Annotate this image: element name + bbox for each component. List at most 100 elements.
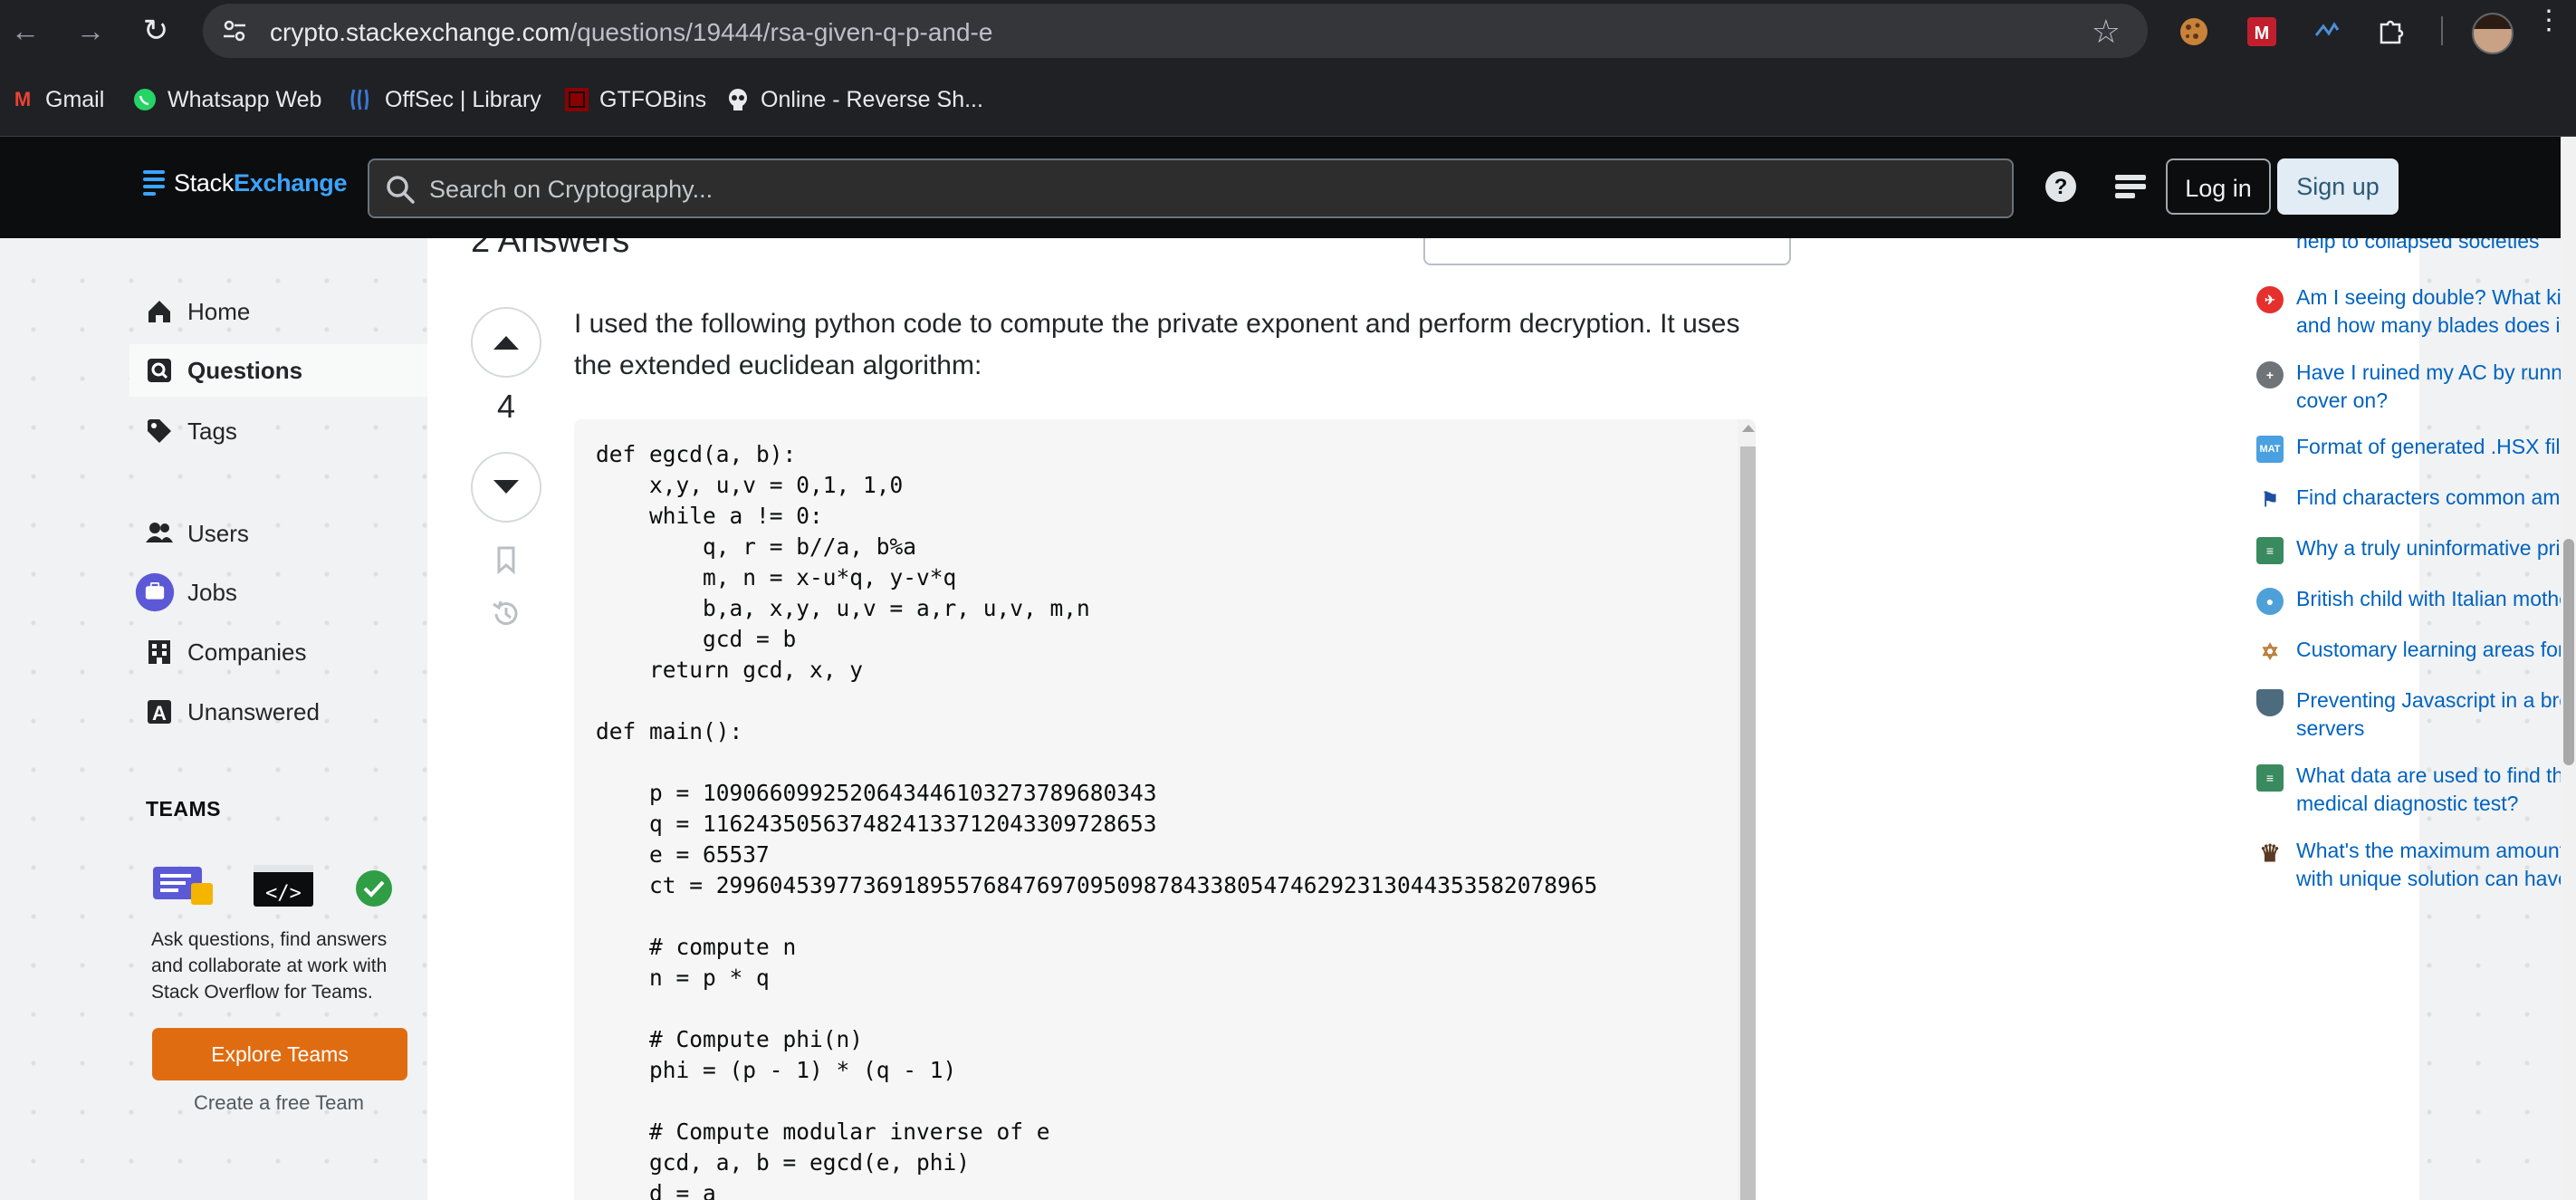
- hot-question-link[interactable]: What data are used to find the final thr…: [2296, 762, 2576, 818]
- signup-button[interactable]: Sign up: [2277, 158, 2399, 215]
- help-icon[interactable]: ?: [2042, 168, 2080, 206]
- hot-question-item[interactable]: help to collapsed societies: [2256, 238, 2576, 257]
- back-icon[interactable]: ←: [7, 13, 43, 49]
- offsec-icon: [349, 86, 376, 113]
- upvote-button[interactable]: [471, 307, 541, 378]
- gmail-icon: M: [14, 88, 32, 110]
- code-block: def egcd(a, b): x,y, u,v = 0,1, 1,0 whil…: [574, 419, 1756, 1200]
- sidebar-item-questions[interactable]: Questions: [129, 344, 428, 397]
- hot-question-item[interactable]: ≡ What data are used to find the final t…: [2256, 762, 2576, 818]
- scroll-up-arrow-icon[interactable]: [1742, 425, 1755, 432]
- hot-question-item[interactable]: + Have I ruined my AC by running it with…: [2256, 359, 2576, 415]
- whatsapp-icon: [131, 86, 158, 113]
- hot-question-link[interactable]: Why a truly uninformative prior does not…: [2296, 534, 2576, 564]
- hot-question-item[interactable]: MAT Format of generated .HSX file?: [2256, 433, 2576, 463]
- hot-question-link[interactable]: Have I ruined my AC by running it with t…: [2296, 359, 2576, 415]
- bookmarks-bar: M Gmail Whatsapp Web OffSec | Library GT…: [0, 63, 2576, 137]
- sidebar-item-companies[interactable]: Companies: [129, 626, 428, 678]
- sidebar-item-label: Jobs: [187, 578, 237, 606]
- jobs-icon: [135, 572, 175, 612]
- hot-question-item[interactable]: ⚑ Find characters common among all strin…: [2256, 484, 2576, 514]
- bookmark-reverse-shell[interactable]: Online - Reverse Sh...: [724, 83, 983, 116]
- bookmark-gmail[interactable]: M Gmail: [9, 83, 104, 116]
- page-body: Home Questions Tags Users Jobs Companies…: [0, 238, 2576, 1200]
- hot-question-item[interactable]: ✡ Customary learning areas for Shavuos?: [2256, 636, 2576, 666]
- questions-icon: [144, 355, 175, 386]
- sidebar-item-unanswered[interactable]: A Unanswered: [129, 686, 428, 738]
- extension-icon[interactable]: [2311, 15, 2343, 48]
- extension-icon[interactable]: M: [2246, 15, 2278, 48]
- logo-text-accent: Exchange: [234, 169, 348, 197]
- companies-icon: [144, 637, 175, 667]
- hot-question-item[interactable]: ● British child with Italian mother trav…: [2256, 585, 2576, 615]
- site-header: StackExchange ? Log in Sign up: [0, 137, 2576, 238]
- cookie-extension-icon[interactable]: [2178, 15, 2210, 48]
- hot-question-link[interactable]: help to collapsed societies: [2296, 238, 2540, 257]
- stackexchange-logo-icon: [143, 169, 165, 197]
- downvote-button[interactable]: [471, 452, 541, 523]
- unanswered-icon: A: [144, 696, 175, 727]
- search-box[interactable]: [368, 158, 2014, 218]
- hot-question-item[interactable]: ≡ Why a truly uninformative prior does n…: [2256, 534, 2576, 564]
- mathematica-icon: MAT: [2256, 436, 2284, 463]
- arrow-up-icon: [493, 336, 519, 350]
- hot-question-link[interactable]: What's the maximum amount of material th…: [2296, 837, 2576, 893]
- sidebar-item-label: Companies: [187, 638, 307, 666]
- sidebar-item-jobs[interactable]: Jobs: [129, 566, 428, 619]
- search-input[interactable]: [427, 160, 1970, 218]
- puzzle-icon[interactable]: [2374, 15, 2407, 48]
- vote-count: 4: [496, 388, 516, 425]
- browser-toolbar: ← → ↻ crypto.stackexchange.com/questions…: [0, 0, 2576, 63]
- create-team-link[interactable]: Create a free Team: [129, 1091, 428, 1115]
- hot-question-link[interactable]: Preventing Javascript in a browser from …: [2296, 686, 2576, 743]
- users-icon: [144, 518, 175, 549]
- svg-text:A: A: [152, 702, 167, 725]
- address-bar[interactable]: crypto.stackexchange.com/questions/19444…: [203, 4, 2148, 58]
- sidebar-item-home[interactable]: Home: [129, 285, 428, 338]
- history-icon[interactable]: [491, 599, 522, 629]
- code-illustration-icon: </>: [254, 865, 313, 907]
- site-info-icon[interactable]: [221, 17, 248, 44]
- answers-count-heading: 2 Answers: [471, 238, 630, 260]
- chess-icon: ♛: [2259, 839, 2281, 867]
- login-button[interactable]: Log in: [2166, 158, 2271, 215]
- bookmark-offsec[interactable]: OffSec | Library: [349, 83, 541, 116]
- hot-question-link[interactable]: Format of generated .HSX file?: [2296, 433, 2576, 463]
- bookmark-icon[interactable]: [491, 544, 522, 575]
- forward-icon[interactable]: →: [72, 13, 109, 49]
- codegolf-icon: ⚑: [2261, 488, 2279, 511]
- hot-question-link[interactable]: Customary learning areas for Shavuos?: [2296, 636, 2576, 666]
- aviation-icon: ✈: [2256, 286, 2284, 313]
- explore-teams-button[interactable]: Explore Teams: [152, 1028, 407, 1080]
- sort-select[interactable]: [1423, 238, 1791, 265]
- hot-question-link[interactable]: British child with Italian mother travel…: [2296, 585, 2576, 615]
- stats-icon: ≡: [2256, 537, 2284, 564]
- bookmark-whatsapp[interactable]: Whatsapp Web: [131, 83, 321, 116]
- hot-question-link[interactable]: Find characters common among all strings: [2296, 484, 2576, 514]
- page-scrollbar-thumb[interactable]: [2563, 539, 2574, 765]
- svg-text:?: ?: [2054, 175, 2068, 199]
- sidebar-item-tags[interactable]: Tags: [129, 405, 428, 457]
- teams-description: Ask questions, find answers and collabor…: [151, 929, 388, 1003]
- sidebar-item-label: Home: [187, 297, 251, 325]
- hot-question-item[interactable]: ♛ What's the maximum amount of material …: [2256, 837, 2576, 893]
- svg-text:</>: </>: [265, 882, 302, 905]
- site-switcher-icon[interactable]: [2112, 168, 2150, 206]
- hot-question-item[interactable]: ✈ Am I seeing double? What kind of helic…: [2256, 283, 2576, 340]
- tag-icon: [144, 416, 175, 446]
- code-scrollbar-thumb[interactable]: [1740, 446, 1756, 1200]
- reload-icon[interactable]: ↻: [138, 13, 174, 49]
- toolbar-divider: [2441, 16, 2443, 45]
- stackexchange-logo[interactable]: StackExchange: [143, 169, 347, 197]
- avatar[interactable]: [2472, 13, 2514, 54]
- left-sidebar: Home Questions Tags Users Jobs Companies…: [129, 238, 428, 1200]
- bookmark-gtfobins[interactable]: GTFOBins: [563, 83, 706, 116]
- code-content: def egcd(a, b): x,y, u,v = 0,1, 1,0 whil…: [596, 441, 1598, 1200]
- search-icon: [387, 176, 415, 204]
- hot-question-item[interactable]: Preventing Javascript in a browser from …: [2256, 686, 2576, 743]
- menu-icon[interactable]: ⋮: [2535, 7, 2562, 34]
- hot-question-link[interactable]: Am I seeing double? What kind of helicop…: [2296, 283, 2576, 340]
- star-icon[interactable]: ☆: [2092, 13, 2121, 51]
- sidebar-item-users[interactable]: Users: [129, 507, 428, 560]
- home-icon: [144, 296, 175, 327]
